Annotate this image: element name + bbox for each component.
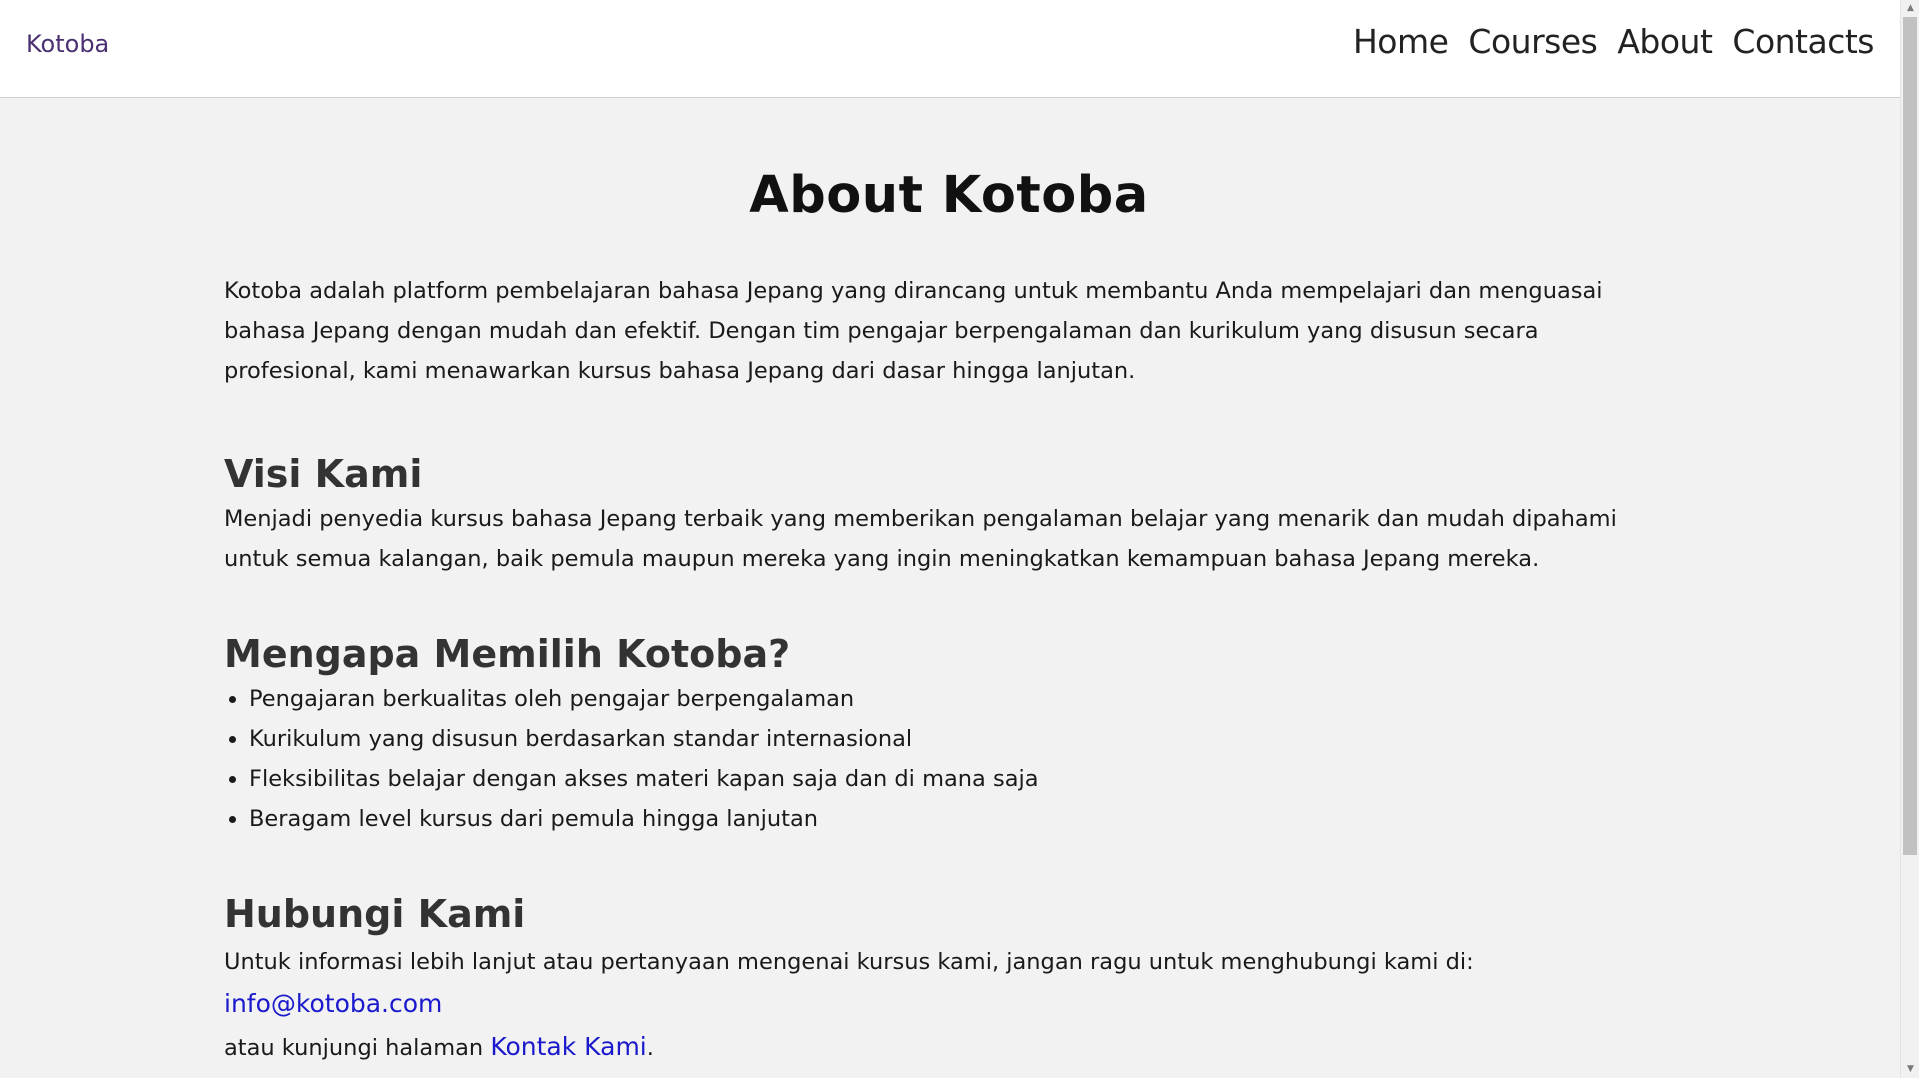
scroll-down-arrow-icon[interactable]: ▼ <box>1901 1061 1919 1078</box>
scrollbar-thumb[interactable] <box>1903 17 1917 855</box>
contact-text-middle: atau kunjungi halaman <box>224 1035 491 1061</box>
contact-text-end: . <box>646 1035 654 1061</box>
list-item: Pengajaran berkualitas oleh pengajar ber… <box>249 679 1674 719</box>
intro-paragraph: Kotoba adalah platform pembelajaran baha… <box>224 278 1603 384</box>
contact-text: Untuk informasi lebih lanjut atau pertan… <box>224 941 1674 1069</box>
page-title: About Kotoba <box>749 166 1149 225</box>
main-content: About Kotoba Kotoba adalah platform pemb… <box>224 98 1674 1069</box>
contact-page-link[interactable]: Kontak Kami <box>490 1032 646 1061</box>
contact-section: Hubungi Kami Untuk informasi lebih lanju… <box>224 891 1674 1069</box>
contact-heading: Hubungi Kami <box>224 892 526 936</box>
visi-text: Menjadi penyedia kursus bahasa Jepang te… <box>224 506 1617 572</box>
nav-links: Home Courses About Contacts <box>1353 22 1875 61</box>
nav-courses[interactable]: Courses <box>1468 22 1597 61</box>
visi-section: Visi Kami Menjadi penyedia kursus bahasa… <box>224 451 1674 579</box>
visi-heading: Visi Kami <box>224 452 423 496</box>
why-heading: Mengapa Memilih Kotoba? <box>224 632 791 676</box>
why-section: Mengapa Memilih Kotoba? Pengajaran berku… <box>224 631 1674 839</box>
email-link[interactable]: info@kotoba.com <box>224 989 442 1018</box>
nav-home[interactable]: Home <box>1353 22 1449 61</box>
list-item: Beragam level kursus dari pemula hingga … <box>249 799 1674 839</box>
nav-contacts[interactable]: Contacts <box>1732 22 1874 61</box>
contact-text-before: Untuk informasi lebih lanjut atau pertan… <box>224 949 1474 975</box>
nav-about[interactable]: About <box>1617 22 1713 61</box>
scroll-up-arrow-icon[interactable]: ▲ <box>1901 0 1919 17</box>
list-item: Fleksibilitas belajar dengan akses mater… <box>249 759 1674 799</box>
brand-logo-link[interactable]: Kotoba <box>26 30 109 58</box>
list-item: Kurikulum yang disusun berdasarkan stand… <box>249 719 1674 759</box>
vertical-scrollbar[interactable]: ▲ ▼ <box>1900 0 1919 1078</box>
navbar: Kotoba Home Courses About Contacts <box>0 0 1900 98</box>
why-list: Pengajaran berkualitas oleh pengajar ber… <box>224 679 1674 839</box>
